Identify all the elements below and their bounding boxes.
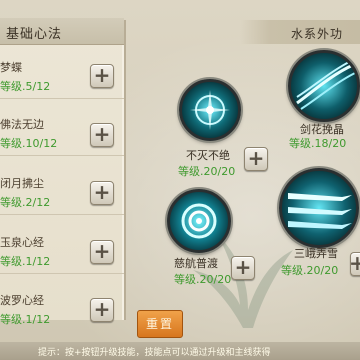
upgrade-plus-button[interactable]: + xyxy=(90,123,114,147)
upgrade-plus-button[interactable]: + xyxy=(90,298,114,322)
reset-button[interactable]: 重置 xyxy=(137,310,183,338)
sword-flurry-icon[interactable] xyxy=(288,50,360,122)
skill-item-yuquanxinjing: 玉泉心经 等级.1/12 + xyxy=(0,227,124,274)
skill-level: 等级.1/12 xyxy=(0,313,51,326)
basic-skills-title: 基础心法 xyxy=(6,27,63,42)
skill-name: 波罗心经 xyxy=(0,294,44,307)
skill-item-boluoxinjing: 波罗心经 等级.1/12 + xyxy=(0,285,124,331)
upgrade-plus-button[interactable]: + xyxy=(231,256,255,280)
skill-level: 等级.20/20 xyxy=(178,165,236,178)
skill-name: 闭月拂尘 xyxy=(0,177,44,190)
skill-level: 等级.2/12 xyxy=(0,196,51,209)
skill-level: 等级.1/12 xyxy=(0,255,51,268)
upgrade-plus-button[interactable]: + xyxy=(90,64,114,88)
skill-item-fofawubian: 佛法无边 等级.10/12 + xyxy=(0,109,124,156)
triple-blade-icon[interactable] xyxy=(279,168,359,248)
swirl-orb-icon[interactable] xyxy=(179,79,241,141)
skill-name: 梦蝶 xyxy=(0,61,22,74)
skill-name: 慈航普渡 xyxy=(174,257,218,270)
upgrade-plus-button[interactable]: + xyxy=(90,181,114,205)
upgrade-plus-button[interactable]: + xyxy=(350,252,360,276)
tip-text: 提示：按+按钮升级技能，技能点可以通过升级和主线获得 xyxy=(38,348,271,358)
skill-name: 佛法无边 xyxy=(0,118,44,131)
skill-level: 等级.5/12 xyxy=(0,80,51,93)
skill-name: 玉泉心经 xyxy=(0,236,44,249)
skill-name: 不灭不绝 xyxy=(186,149,230,162)
ripple-orb-icon[interactable] xyxy=(167,189,231,253)
skill-name: 三峨弄雪 xyxy=(294,247,338,260)
water-skills-title: 水系外功 xyxy=(291,27,344,41)
upgrade-plus-button[interactable]: + xyxy=(244,147,268,171)
skill-level: 等级.20/20 xyxy=(281,264,339,277)
skill-level: 等级.10/12 xyxy=(0,137,58,150)
upgrade-plus-button[interactable]: + xyxy=(90,240,114,264)
skill-level: 等级.18/20 xyxy=(289,137,347,150)
skill-item-mengdie: 梦蝶 等级.5/12 + xyxy=(0,52,124,99)
skill-item-biyuefuchen: 闭月拂尘 等级.2/12 + xyxy=(0,168,124,215)
skill-level: 等级.20/20 xyxy=(174,273,232,286)
